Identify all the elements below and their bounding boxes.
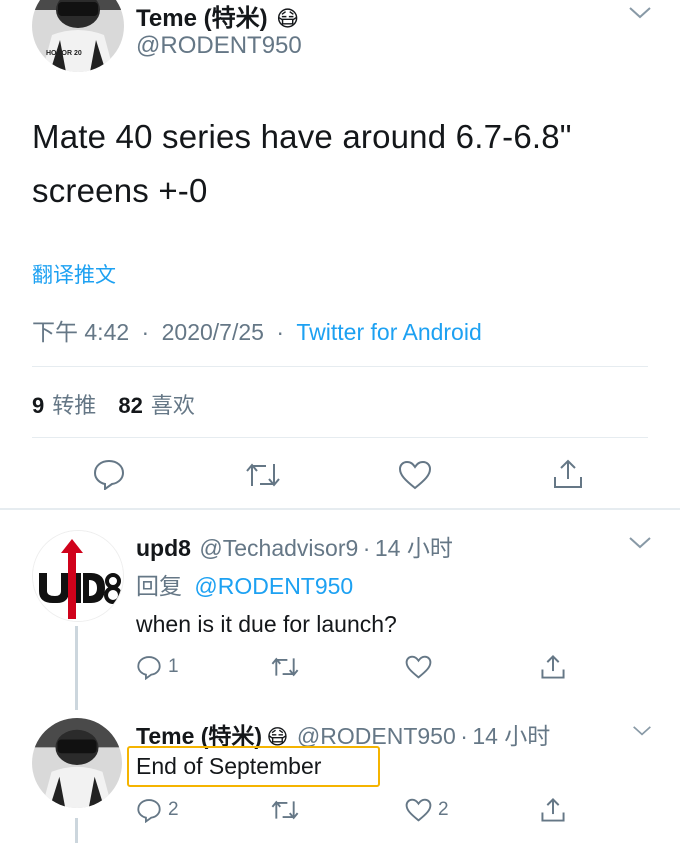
like-count: 82 [118, 393, 143, 418]
author-handle[interactable]: @RODENT950 [136, 32, 302, 60]
reply-icon [137, 799, 161, 823]
share-icon [541, 655, 565, 679]
retweet-button[interactable] [270, 655, 300, 679]
tweet-date: 2020/7/25 [161, 319, 264, 345]
reply-avatar-upd8[interactable] [32, 530, 124, 622]
tweet-text: Mate 40 series have around 6.7-6.8" scre… [32, 110, 662, 218]
likes-stat[interactable]: 82 喜欢 [118, 393, 195, 418]
like-icon [405, 798, 432, 822]
replying-to: 回复 @RODENT950 [136, 567, 353, 601]
divider [32, 366, 648, 367]
tweet-meta: 下午 4:42 · 2020/7/25 · Twitter for Androi… [32, 313, 482, 347]
meta-separator: · [141, 319, 150, 345]
share-button[interactable] [552, 458, 584, 495]
retweet-button[interactable] [244, 460, 282, 495]
reply-header: upd8 @Techadvisor9 · 14 小时 [136, 529, 453, 563]
reply-time: 14 小时 [374, 535, 453, 561]
tweet-text-line-1: Mate 40 series have around 6.7-6.8" [32, 118, 572, 155]
tweet-text-line-2: screens +-0 [32, 172, 208, 209]
avatar-overlay-text: HONOR 20 [46, 50, 82, 57]
retweet-button[interactable] [270, 798, 300, 822]
chevron-down-icon[interactable] [628, 6, 652, 25]
reply-text: End of September [136, 753, 322, 779]
reply-prefix: 回复 [136, 573, 182, 599]
like-label: 喜欢 [150, 393, 195, 418]
section-divider [0, 508, 680, 510]
avatar-photo [32, 0, 124, 72]
share-icon [541, 798, 565, 822]
retweet-count: 9 [32, 393, 45, 418]
thread-connector [75, 626, 78, 710]
chevron-down-icon[interactable] [628, 536, 652, 555]
retweet-icon [271, 657, 299, 677]
retweet-label: 转推 [52, 393, 97, 418]
reply-avatar-teme[interactable] [32, 718, 122, 808]
mask-emoji-icon: 😷 [276, 6, 299, 31]
reply-button[interactable] [92, 458, 126, 495]
translate-tweet-link[interactable]: 翻译推文 [32, 259, 116, 289]
reply-count: 2 [168, 799, 179, 820]
like-button[interactable] [398, 460, 432, 495]
reply-author-handle[interactable]: @Techadvisor9 [199, 535, 358, 561]
share-icon [554, 459, 582, 488]
reply-to-handle-link[interactable]: @RODENT950 [194, 573, 353, 599]
author-name-text: Teme (特米) [136, 5, 268, 32]
like-button[interactable]: 2 [405, 798, 449, 822]
tweet-stats: 9 转推 82 喜欢 [32, 388, 195, 420]
like-count: 2 [438, 799, 449, 820]
retweets-stat[interactable]: 9 转推 [32, 393, 102, 418]
share-button[interactable] [540, 797, 566, 823]
meta-separator: · [276, 319, 284, 345]
reply-count: 1 [168, 656, 179, 677]
thread-connector [75, 818, 78, 843]
chevron-down-icon[interactable] [632, 724, 652, 742]
reply-button[interactable]: 1 [136, 654, 179, 680]
reply-author-name[interactable]: upd8 [136, 535, 191, 561]
like-icon [405, 655, 432, 679]
like-icon [398, 460, 432, 490]
meta-separator: · [362, 535, 371, 561]
reply-icon [137, 656, 161, 680]
author-avatar[interactable]: HONOR 20 [32, 0, 124, 72]
author-name[interactable]: Teme (特米) 😷 [136, 0, 299, 33]
reply-text: when is it due for launch? [136, 611, 397, 637]
reply-time: 14 小时 [472, 723, 551, 749]
upd8-logo-icon [33, 531, 123, 621]
retweet-icon [246, 463, 280, 487]
tweet-source-link[interactable]: Twitter for Android [296, 319, 481, 345]
divider [32, 437, 648, 438]
meta-separator: · [460, 723, 468, 749]
reply-icon [93, 459, 125, 491]
share-button[interactable] [540, 654, 566, 680]
like-button[interactable] [405, 655, 432, 679]
retweet-icon [271, 800, 299, 820]
tweet-time: 下午 4:42 [32, 319, 130, 345]
reply-button[interactable]: 2 [136, 797, 179, 823]
avatar-photo [32, 718, 122, 808]
